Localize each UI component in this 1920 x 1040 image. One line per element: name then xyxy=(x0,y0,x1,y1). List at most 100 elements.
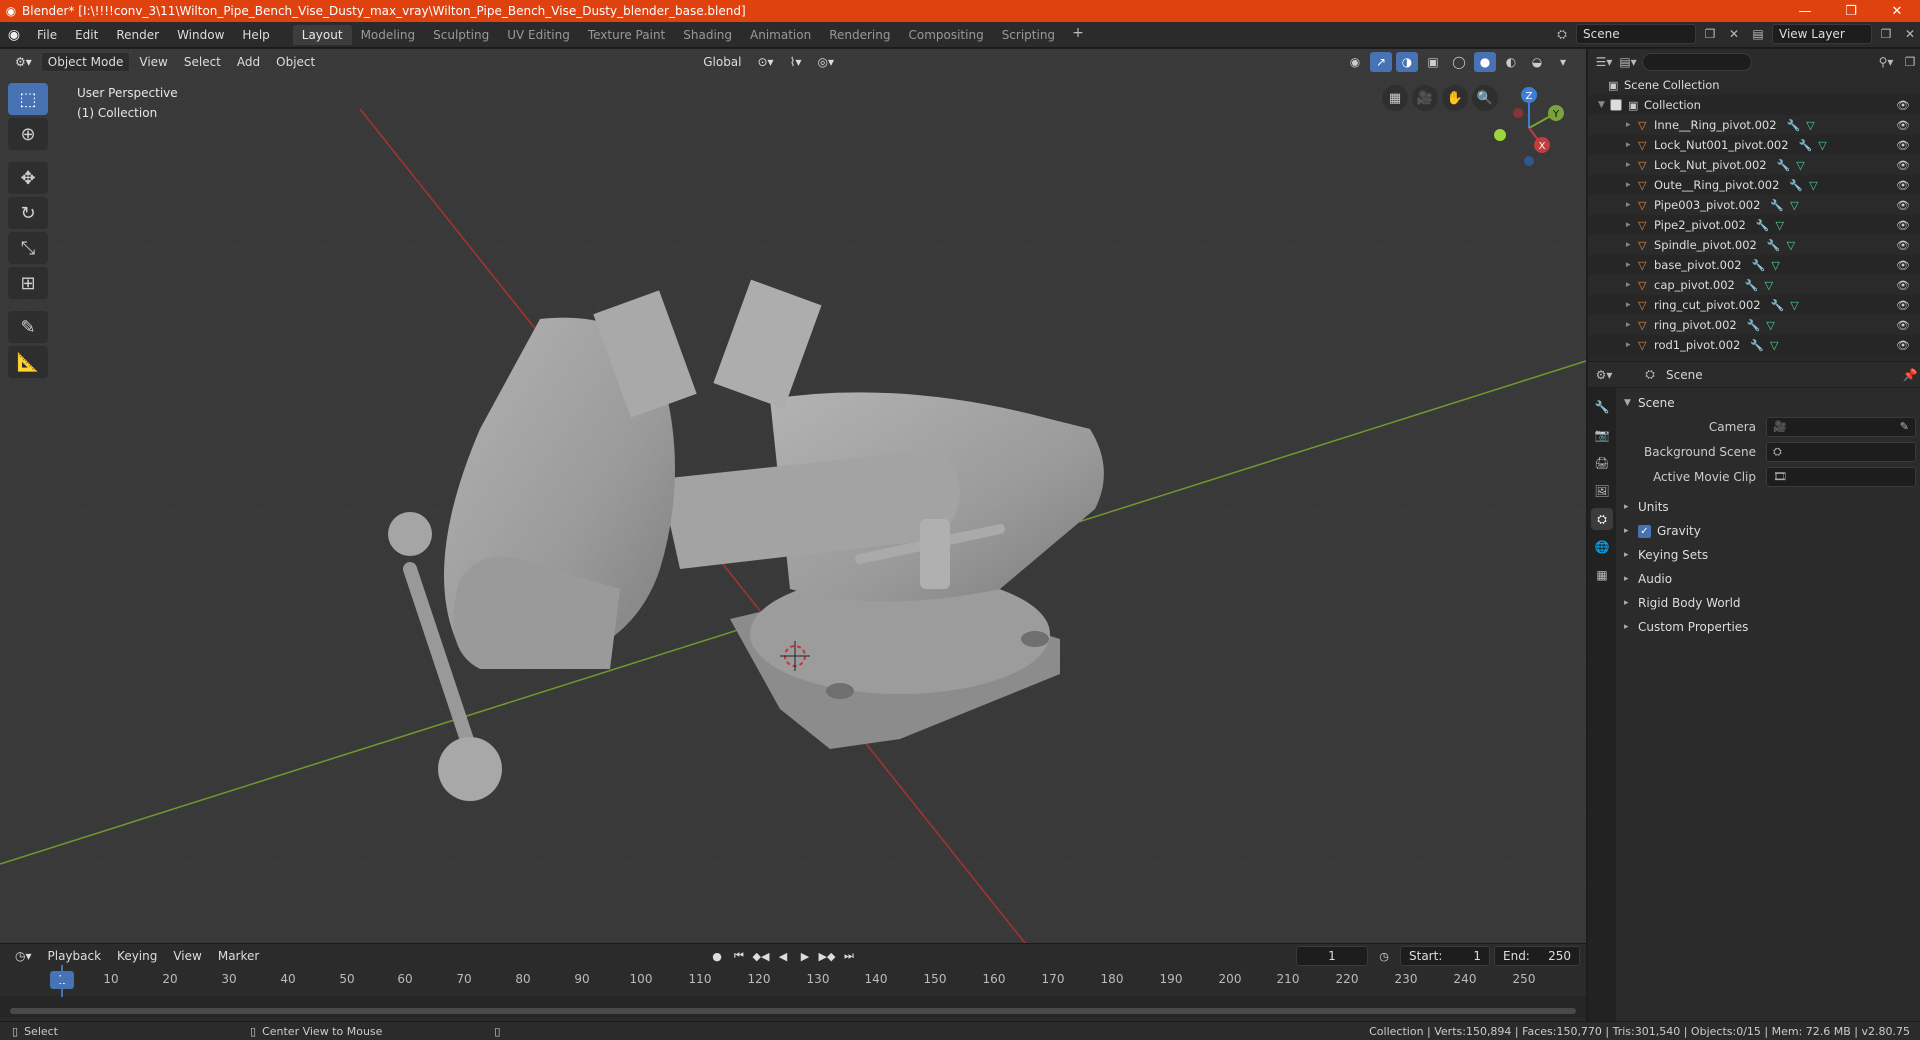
add-workspace-button[interactable]: + xyxy=(1064,25,1092,45)
shading-options-icon[interactable]: ▾ xyxy=(1552,52,1574,72)
xray-icon[interactable]: ▣ xyxy=(1422,52,1444,72)
eye-icon[interactable]: 👁 xyxy=(1896,339,1910,352)
mesh-data-icon[interactable]: ▽ xyxy=(1775,219,1783,232)
modifier-icon[interactable]: 🔧 xyxy=(1770,199,1784,212)
custom-properties-panel[interactable]: ▸ Custom Properties xyxy=(1618,615,1916,639)
menu-help[interactable]: Help xyxy=(233,25,278,45)
play-reverse-icon[interactable]: ◀ xyxy=(773,946,793,966)
expand-arrow-icon[interactable]: ▸ xyxy=(1626,200,1638,210)
outliner-item[interactable]: ▸ ▽ Lock_Nut001_pivot.002 🔧 ▽ 👁 xyxy=(1588,135,1920,155)
eye-icon[interactable]: 👁 xyxy=(1896,239,1910,252)
orientation-selector[interactable]: Global xyxy=(696,52,748,72)
playhead-line[interactable] xyxy=(61,965,63,997)
tab-uv-editing[interactable]: UV Editing xyxy=(498,25,579,45)
navigation-gizmo[interactable]: Z Y X xyxy=(1484,83,1574,173)
expand-arrow-icon[interactable]: ▸ xyxy=(1626,140,1638,150)
menu-window[interactable]: Window xyxy=(168,25,233,45)
pan-view-icon[interactable]: ✋ xyxy=(1442,85,1468,111)
timeline-menu-playback[interactable]: Playback xyxy=(41,946,109,966)
viewport-menu-object[interactable]: Object xyxy=(269,52,322,72)
mesh-data-icon[interactable]: ▽ xyxy=(1771,259,1779,272)
outliner-item[interactable]: ▸ ▽ Pipe003_pivot.002 🔧 ▽ 👁 xyxy=(1588,195,1920,215)
gravity-checkbox[interactable]: ✓ xyxy=(1638,524,1651,538)
3d-viewport[interactable]: ⚙▾ Object Mode View Select Add Object Gl… xyxy=(0,49,1586,943)
select-box-tool-icon[interactable]: ⬚ xyxy=(8,83,48,115)
outliner-item[interactable]: ▸ ▽ cap_pivot.002 🔧 ▽ 👁 xyxy=(1588,275,1920,295)
view-layer-icon[interactable]: ▤ xyxy=(1748,24,1768,44)
eye-icon[interactable]: 👁 xyxy=(1896,159,1910,172)
active-movie-clip-field[interactable]: 🎞 xyxy=(1766,466,1916,487)
eye-icon[interactable]: 👁 xyxy=(1896,279,1910,292)
new-view-layer-icon[interactable]: ❐ xyxy=(1876,24,1896,44)
outliner-item[interactable]: ▸ ▽ rod1_pivot.002 🔧 ▽ 👁 xyxy=(1588,335,1920,355)
expand-arrow-icon[interactable]: ▸ xyxy=(1626,120,1638,130)
viewport-menu-add[interactable]: Add xyxy=(230,52,267,72)
eye-icon[interactable]: 👁 xyxy=(1896,319,1910,332)
transform-tool-icon[interactable]: ⊞ xyxy=(8,267,48,299)
menu-render[interactable]: Render xyxy=(107,25,168,45)
keying-sets-panel[interactable]: ▸ Keying Sets xyxy=(1618,543,1916,567)
collection-checkbox[interactable] xyxy=(1610,99,1622,111)
gravity-panel[interactable]: ▸ ✓ Gravity xyxy=(1618,519,1916,543)
outliner-item[interactable]: ▸ ▽ base_pivot.002 🔧 ▽ 👁 xyxy=(1588,255,1920,275)
mesh-data-icon[interactable]: ▽ xyxy=(1796,159,1804,172)
material-shading-icon[interactable]: ◐ xyxy=(1500,52,1522,72)
tab-scripting[interactable]: Scripting xyxy=(993,25,1064,45)
view-layer-selector[interactable]: View Layer xyxy=(1772,24,1872,44)
modifier-icon[interactable]: 🔧 xyxy=(1799,139,1813,152)
outliner-search-input[interactable] xyxy=(1642,53,1752,71)
restore-button[interactable]: ❐ xyxy=(1828,0,1874,22)
new-collection-icon[interactable]: ❐ xyxy=(1900,52,1920,72)
timeline-editor-type-icon[interactable]: ◷▾ xyxy=(8,946,39,966)
pivot-icon[interactable]: ⊙▾ xyxy=(751,52,781,72)
render-tab-icon[interactable]: 📷 xyxy=(1591,424,1613,446)
use-preview-range-icon[interactable]: ◷ xyxy=(1374,946,1394,966)
expand-arrow-icon[interactable]: ▸ xyxy=(1626,340,1638,350)
timeline-track-area[interactable] xyxy=(0,996,1586,1018)
timeline-menu-keying[interactable]: Keying xyxy=(110,946,164,966)
menu-file[interactable]: File xyxy=(28,25,66,45)
wireframe-shading-icon[interactable]: ◯ xyxy=(1448,52,1470,72)
expand-arrow-icon[interactable]: ▸ xyxy=(1626,300,1638,310)
camera-view-icon[interactable]: 🎥 xyxy=(1412,85,1438,111)
viewport-menu-select[interactable]: Select xyxy=(177,52,228,72)
camera-field[interactable]: 🎥 ✎ xyxy=(1766,416,1916,437)
eye-icon[interactable]: 👁 xyxy=(1896,219,1910,232)
scene-tab-icon[interactable]: ⛭ xyxy=(1591,508,1613,530)
gizmo-neg-z[interactable] xyxy=(1524,156,1534,166)
timeline-ruler[interactable]: 10 20 30 40 50 60 70 80 90 100 110 120 1… xyxy=(0,968,1586,998)
display-mode-icon[interactable]: ▤▾ xyxy=(1618,52,1638,72)
mesh-data-icon[interactable]: ▽ xyxy=(1765,279,1773,292)
timeline-menu-marker[interactable]: Marker xyxy=(211,946,266,966)
end-frame-field[interactable]: End: 250 xyxy=(1494,946,1580,966)
outliner-item[interactable]: ▸ ▽ ring_pivot.002 🔧 ▽ 👁 xyxy=(1588,315,1920,335)
outliner-item[interactable]: ▸ ▽ ring_cut_pivot.002 🔧 ▽ 👁 xyxy=(1588,295,1920,315)
outliner-item[interactable]: ▸ ▽ Pipe2_pivot.002 🔧 ▽ 👁 xyxy=(1588,215,1920,235)
jump-end-icon[interactable]: ⏭ xyxy=(839,946,859,966)
toggle-grid-icon[interactable]: ▦ xyxy=(1382,85,1408,111)
mesh-data-icon[interactable]: ▽ xyxy=(1806,119,1814,132)
modifier-icon[interactable]: 🔧 xyxy=(1745,279,1759,292)
modifier-icon[interactable]: 🔧 xyxy=(1756,219,1770,232)
mesh-data-icon[interactable]: ▽ xyxy=(1790,199,1798,212)
mesh-data-icon[interactable]: ▽ xyxy=(1809,179,1817,192)
view-layer-tab-icon[interactable]: 🖼 xyxy=(1591,480,1613,502)
expand-arrow-icon[interactable]: ▸ xyxy=(1626,260,1638,270)
modifier-icon[interactable]: 🔧 xyxy=(1767,239,1781,252)
eye-icon[interactable]: 👁 xyxy=(1896,199,1910,212)
mesh-data-icon[interactable]: ▽ xyxy=(1818,139,1826,152)
world-tab-icon[interactable]: 🌐 xyxy=(1591,536,1613,558)
pin-icon[interactable]: 📌 xyxy=(1900,365,1920,385)
mode-selector[interactable]: Object Mode xyxy=(40,52,131,72)
rendered-shading-icon[interactable]: ◒ xyxy=(1526,52,1548,72)
scene-type-icon[interactable]: ⛭ xyxy=(1552,24,1572,44)
proportional-edit-icon[interactable]: ◎▾ xyxy=(810,52,841,72)
eye-icon[interactable]: 👁 xyxy=(1896,119,1910,132)
outliner-collection[interactable]: ▼ ▣ Collection 👁 xyxy=(1588,95,1920,115)
tab-texture-paint[interactable]: Texture Paint xyxy=(579,25,674,45)
next-keyframe-icon[interactable]: ▶◆ xyxy=(817,946,837,966)
gizmo-toggle-icon[interactable]: ↗ xyxy=(1370,52,1392,72)
play-icon[interactable]: ▶ xyxy=(795,946,815,966)
outliner-item[interactable]: ▸ ▽ Lock_Nut_pivot.002 🔧 ▽ 👁 xyxy=(1588,155,1920,175)
outliner-scene-collection[interactable]: ▣ Scene Collection xyxy=(1588,75,1920,95)
